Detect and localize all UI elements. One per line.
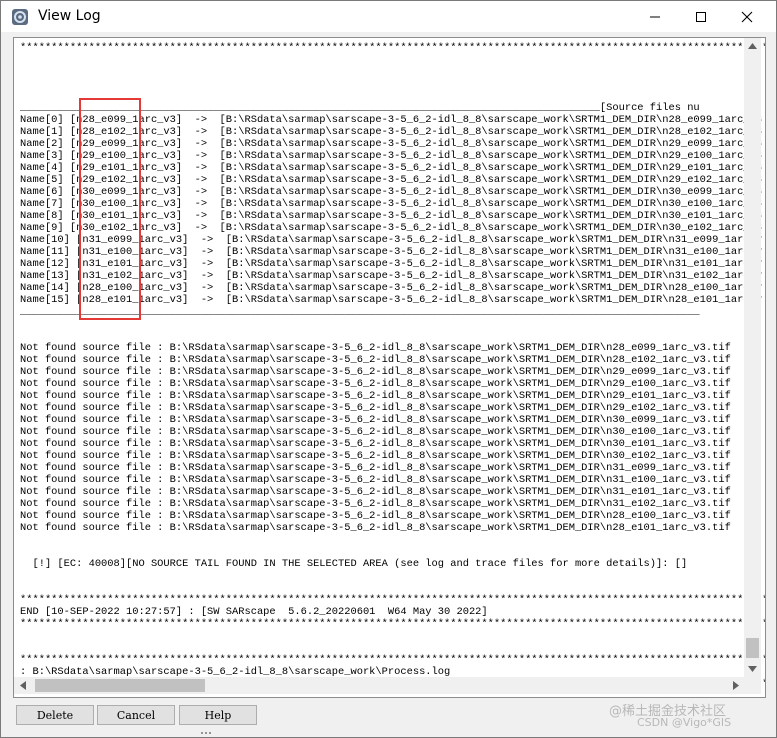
- scroll-right-icon[interactable]: [733, 681, 739, 690]
- log-line: Not found source file : B:\RSdata\sarmap…: [20, 522, 731, 534]
- help-button[interactable]: Help: [179, 705, 257, 725]
- view-log-window: View Log *******************************…: [0, 0, 777, 738]
- log-line: [!] [EC: 40008][NO SOURCE TAIL FOUND IN …: [20, 558, 688, 570]
- log-line: Not found source file : B:\RSdata\sarmap…: [20, 426, 731, 438]
- log-line: Not found source file : B:\RSdata\sarmap…: [20, 390, 731, 402]
- log-line: Not found source file : B:\RSdata\sarmap…: [20, 498, 731, 510]
- log-line: Not found source file : B:\RSdata\sarmap…: [20, 402, 731, 414]
- vertical-scroll-thumb[interactable]: [746, 638, 759, 658]
- scrollbar-corner: [744, 677, 761, 694]
- log-line: Not found source file : B:\RSdata\sarmap…: [20, 486, 731, 498]
- log-line: Not found source file : B:\RSdata\sarmap…: [20, 366, 731, 378]
- log-line: END [10-SEP-2022 10:27:57] : [SW SARscap…: [20, 606, 488, 618]
- log-line: Not found source file : B:\RSdata\sarmap…: [20, 462, 731, 474]
- scroll-left-icon[interactable]: [20, 681, 26, 690]
- app-icon: [12, 9, 28, 25]
- log-line: Not found source file : B:\RSdata\sarmap…: [20, 378, 731, 390]
- log-line: Not found source file : B:\RSdata\sarmap…: [20, 438, 731, 450]
- scroll-down-icon[interactable]: [748, 666, 757, 672]
- log-line: ****************************************…: [20, 654, 766, 666]
- log-line: Not found source file : B:\RSdata\sarmap…: [20, 450, 731, 462]
- log-line: Not found source file : B:\RSdata\sarmap…: [20, 510, 731, 522]
- window-title: View Log: [38, 8, 101, 24]
- horizontal-scroll-thumb[interactable]: [35, 679, 205, 692]
- highlight-box: [79, 98, 141, 320]
- log-line: Not found source file : B:\RSdata\sarmap…: [20, 354, 731, 366]
- log-line: ****************************************…: [20, 42, 766, 54]
- log-line: Not found source file : B:\RSdata\sarmap…: [20, 414, 731, 426]
- log-line: Not found source file : B:\RSdata\sarmap…: [20, 342, 731, 354]
- delete-button[interactable]: Delete: [16, 705, 94, 725]
- maximize-button[interactable]: [678, 1, 724, 32]
- resize-grip-icon[interactable]: [199, 729, 213, 737]
- maximize-icon: [696, 11, 706, 22]
- cancel-button[interactable]: Cancel: [97, 705, 175, 725]
- scroll-up-icon[interactable]: [748, 43, 757, 49]
- title-bar[interactable]: View Log: [1, 1, 776, 32]
- log-line: ****************************************…: [20, 618, 766, 630]
- log-line: Not found source file : B:\RSdata\sarmap…: [20, 474, 731, 486]
- watermark-author: CSDN @Vigo*GIS: [637, 716, 732, 729]
- close-icon: [741, 11, 753, 22]
- minimize-button[interactable]: [632, 1, 678, 32]
- vertical-scrollbar[interactable]: [744, 38, 761, 677]
- close-button[interactable]: [724, 1, 770, 32]
- minimize-icon: [650, 16, 660, 17]
- log-line: ****************************************…: [20, 594, 766, 606]
